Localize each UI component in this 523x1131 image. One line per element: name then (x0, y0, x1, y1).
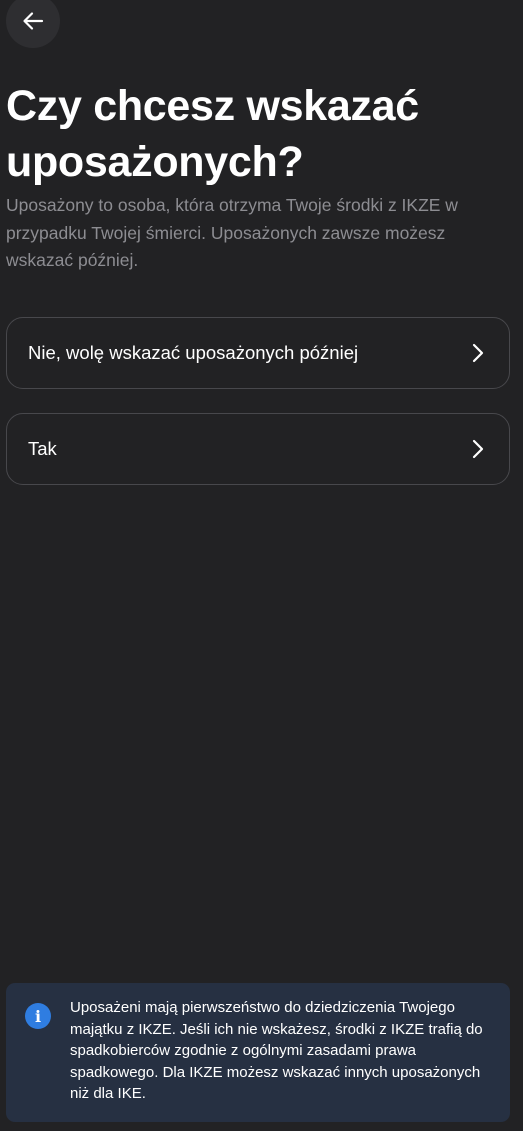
option-label: Nie, wolę wskazać uposażonych później (28, 342, 359, 363)
back-button[interactable] (6, 0, 60, 48)
page-subtitle: Uposażony to osoba, która otrzyma Twoje … (6, 195, 458, 270)
info-icon: i (25, 1003, 51, 1029)
page-title: Czy chcesz wskazać uposażonych? (6, 82, 419, 186)
page: Czy chcesz wskazać uposażonych? Uposażon… (0, 0, 523, 1131)
chevron-right-icon (472, 439, 484, 459)
option-label: Tak (28, 438, 57, 459)
chevron-right-icon (472, 343, 484, 363)
info-text: Uposażeni mają pierwszeństwo do dziedzic… (70, 999, 483, 1102)
info-box: i Uposażeni mają pierwszeństwo do dziedz… (6, 983, 510, 1122)
arrow-left-icon (23, 12, 44, 30)
option-yes[interactable]: Tak (6, 413, 510, 485)
option-no-later[interactable]: Nie, wolę wskazać uposażonych później (6, 317, 510, 389)
